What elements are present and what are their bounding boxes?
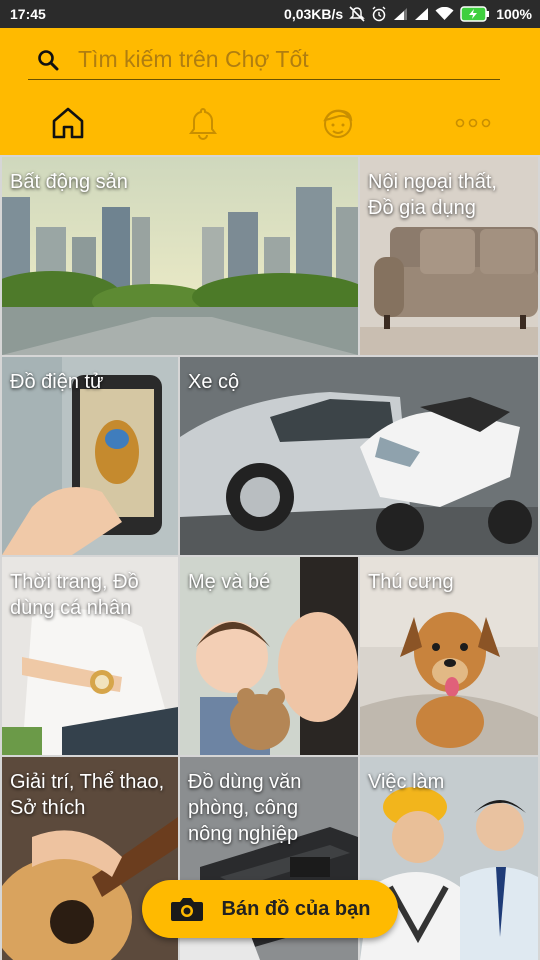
category-vehicles[interactable]: Xe cộ: [180, 357, 538, 555]
category-label: Nội ngoại thất, Đồ gia dụng: [368, 171, 497, 219]
search-icon: [28, 49, 68, 71]
search-placeholder: Tìm kiếm trên Chợ Tốt: [78, 46, 309, 72]
category-furniture[interactable]: Nội ngoại thất, Đồ gia dụng: [360, 157, 538, 355]
nav-home[interactable]: [0, 98, 135, 148]
category-label: Đồ điện tử: [10, 371, 104, 393]
network-speed: 0,03KB/s: [284, 6, 344, 22]
wifi-icon: [435, 7, 454, 20]
status-bar: 17:45 0,03KB/s 100%: [0, 0, 540, 28]
category-real-estate[interactable]: Bất động sản: [2, 157, 358, 355]
category-label: Bất động sản: [10, 171, 128, 193]
signal-icon: [415, 8, 429, 20]
category-fashion[interactable]: Thời trang, Đồ dùng cá nhân: [2, 557, 178, 755]
signal-icon: [394, 8, 408, 20]
category-label: Thú cưng: [368, 571, 454, 593]
category-label: Việc làm: [368, 771, 445, 793]
battery-level: 100%: [496, 6, 532, 22]
app-header: Tìm kiếm trên Chợ Tốt: [0, 28, 540, 155]
category-mom-baby[interactable]: Mẹ và bé: [180, 557, 358, 755]
sell-button-label: Bán đồ của bạn: [221, 897, 371, 920]
nav-profile[interactable]: [270, 98, 405, 148]
category-grid: Bất động sản Nội ngoại thất, Đồ gia dụng: [0, 155, 540, 960]
alarm-icon: [372, 6, 386, 22]
bottom-nav: [0, 98, 540, 148]
mute-icon: [349, 6, 365, 22]
nav-more[interactable]: [405, 98, 540, 148]
sell-button[interactable]: Bán đồ của bạn: [142, 880, 398, 938]
more-icon: [455, 118, 490, 128]
category-pets[interactable]: Thú cưng: [360, 557, 538, 755]
search-bar[interactable]: Tìm kiếm trên Chợ Tốt: [28, 40, 500, 80]
category-label: Xe cộ: [188, 371, 240, 393]
bell-icon: [188, 107, 217, 140]
category-label: Đồ dùng văn phòng, công nông nghiệp: [188, 771, 302, 845]
category-label: Giải trí, Thể thao, Sở thích: [10, 771, 165, 819]
camera-icon: [170, 898, 203, 921]
category-label: Thời trang, Đồ dùng cá nhân: [10, 571, 139, 619]
profile-icon: [322, 109, 352, 138]
battery-icon: [460, 6, 490, 22]
nav-notifications[interactable]: [135, 98, 270, 148]
category-electronics[interactable]: Đồ điện tử: [2, 357, 178, 555]
home-icon: [52, 107, 83, 139]
category-label: Mẹ và bé: [188, 571, 271, 593]
status-time: 17:45: [10, 6, 46, 22]
